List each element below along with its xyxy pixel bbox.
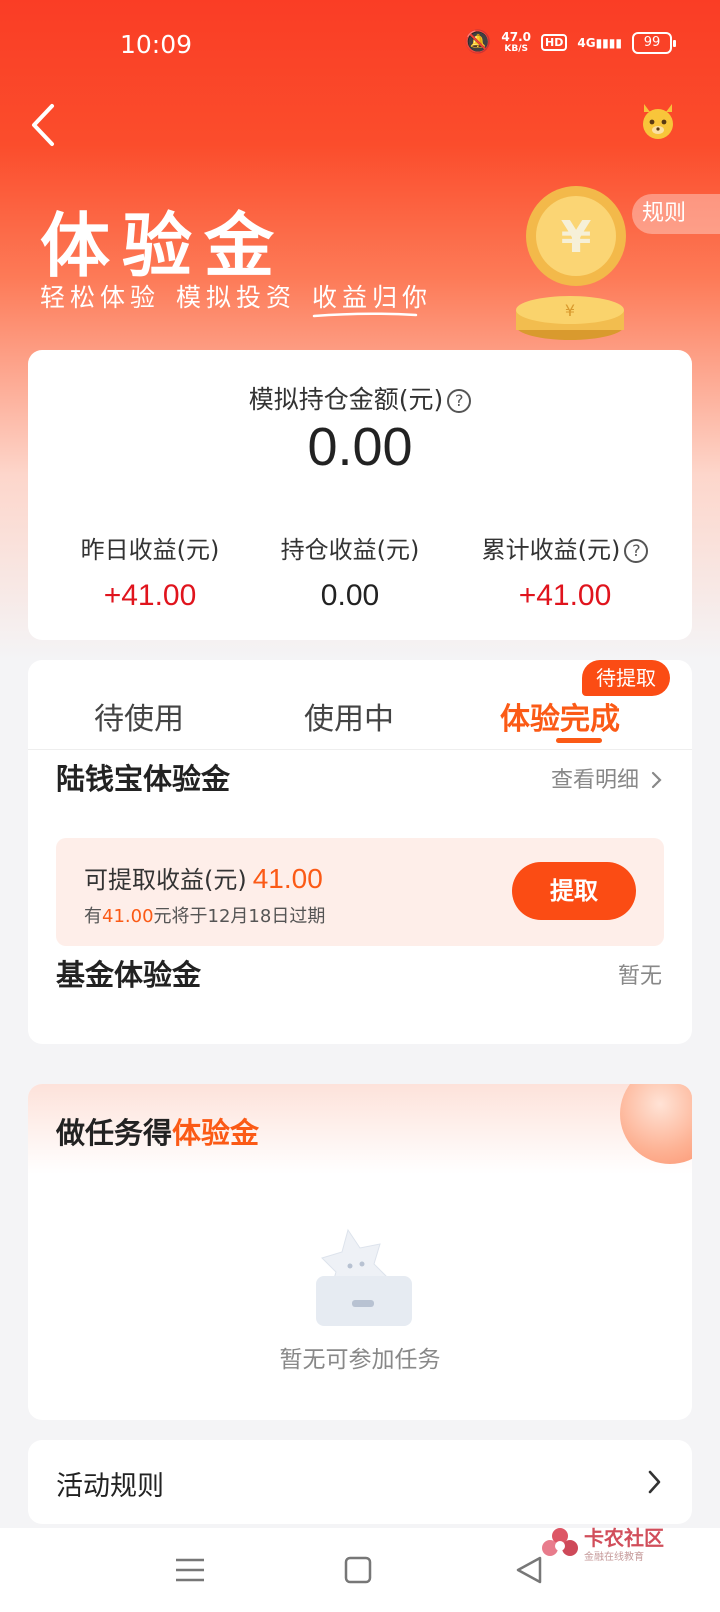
watermark-logo: 卡农社区 金融在线教育 <box>540 1520 710 1570</box>
empty-box-icon <box>316 1228 412 1326</box>
stat-holding: 持仓收益(元) 0.00 <box>280 536 420 612</box>
slogan-underline <box>312 312 418 318</box>
flower-logo-icon <box>542 1528 578 1556</box>
tab-in-use[interactable]: 使用中 <box>304 694 394 738</box>
coin-illustration: ¥ ¥ <box>516 186 626 340</box>
fund-status: 暂无 <box>617 964 662 989</box>
redeemable-label: 可提取收益(元) 41.00 <box>84 863 323 894</box>
menu-icon[interactable] <box>170 1550 210 1590</box>
tab-completed[interactable]: 体验完成 <box>500 694 620 738</box>
mascot-icon <box>643 104 673 139</box>
holding-value: 0.00 <box>307 417 413 477</box>
stat-cumulative: 累计收益(元)? +41.00 <box>452 530 678 613</box>
slogan: 轻松体验 模拟投资 收益归你 <box>40 283 433 312</box>
activity-rules-label: 活动规则 <box>56 1471 164 1502</box>
withdraw-button[interactable]: 提取 <box>512 862 636 920</box>
mascot-button[interactable] <box>636 98 680 142</box>
activity-rules-row[interactable]: 活动规则 <box>28 1440 692 1524</box>
mute-bell-icon: 🔕 <box>464 30 492 55</box>
empty-task-text: 暂无可参加任务 <box>279 1347 441 1373</box>
status-bar: 10:09 🔕 47.0 KB/S HD 4G▮▮▮▮ 99 <box>0 0 720 90</box>
experience-detail-card: 待使用 使用中 体验完成 待提取 陆钱宝体验金 查看明细 可提取收益(元) 41.… <box>28 660 692 1044</box>
pending-withdraw-badge: 待提取 <box>582 660 670 696</box>
home-icon[interactable] <box>338 1550 378 1590</box>
task-title: 做任务得体验金 <box>56 1116 260 1150</box>
chevron-left-icon <box>32 104 54 146</box>
active-tab-indicator <box>556 738 602 743</box>
tab-bar: 待使用 使用中 体验完成 待提取 <box>28 660 692 750</box>
help-icon[interactable]: ? <box>624 539 649 563</box>
status-icons: 🔕 47.0 KB/S HD 4G▮▮▮▮ 99 <box>464 29 676 55</box>
tab-pending[interactable]: 待使用 <box>94 694 184 738</box>
holding-label: 模拟持仓金额(元)? <box>28 380 692 416</box>
redeemable-amount: 41.00 <box>252 863 323 894</box>
help-icon[interactable]: ? <box>447 389 472 413</box>
expiry-note: 有41.00元将于12月18日过期 <box>84 906 326 927</box>
rules-tag[interactable]: 规则 <box>632 194 720 234</box>
chevron-right-icon <box>648 1470 661 1494</box>
view-details-link[interactable]: 查看明细 <box>551 762 662 794</box>
luqianbao-title: 陆钱宝体验金 <box>56 762 231 796</box>
chevron-right-icon <box>646 768 662 793</box>
back-button[interactable] <box>24 100 68 150</box>
page-title: 体验金 <box>40 205 286 287</box>
svg-text:¥: ¥ <box>565 301 575 320</box>
battery-icon: 99 <box>632 31 676 54</box>
svg-text:¥: ¥ <box>561 212 592 263</box>
fund-title: 基金体验金 <box>56 958 202 992</box>
network-speed: 47.0 KB/S <box>501 29 532 54</box>
summary-card: 模拟持仓金额(元)? 0.00 昨日收益(元) +41.00 持仓收益(元) 0… <box>28 350 692 640</box>
hd-icon: HD <box>541 34 568 51</box>
redeemable-box: 可提取收益(元) 41.00 有41.00元将于12月18日过期 提取 <box>56 838 664 946</box>
status-time: 10:09 <box>120 30 193 59</box>
task-card: 做任务得体验金 暂无可参加任务 <box>28 1084 692 1420</box>
signal-icon: 4G▮▮▮▮ <box>577 35 622 50</box>
stat-yesterday: 昨日收益(元) +41.00 <box>80 536 220 612</box>
